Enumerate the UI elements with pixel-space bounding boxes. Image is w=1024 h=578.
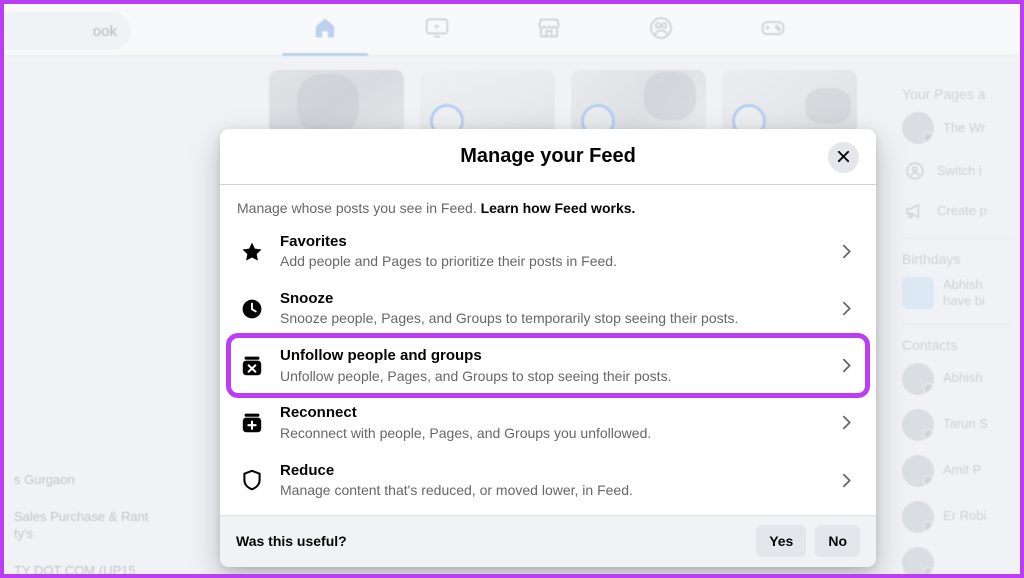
feedback-yes-button[interactable]: Yes (756, 525, 807, 558)
list-item-title: Reconnect (280, 404, 357, 422)
list-item-title: Reduce (280, 461, 335, 479)
feed-options-list: Favorites Add people and Pages to priori… (220, 223, 876, 515)
shield-icon (238, 466, 266, 494)
list-item-subtitle: Reconnect with people, Pages, and Groups… (280, 424, 652, 441)
dialog-description: Manage whose posts you see in Feed. Lear… (220, 185, 876, 223)
star-icon (238, 238, 266, 266)
learn-how-feed-works-link[interactable]: Learn how Feed works. (481, 200, 636, 216)
list-item-reduce[interactable]: Reduce Manage content that's reduced, or… (230, 452, 866, 509)
dialog-description-text: Manage whose posts you see in Feed. (237, 200, 481, 216)
list-item-unfollow-people-and-groups[interactable]: Unfollow people and groups Unfollow peop… (226, 333, 870, 399)
clock-icon (238, 295, 266, 323)
reconnect-box-plus-icon (238, 409, 266, 437)
manage-your-feed-dialog: Manage your Feed Manage whose posts you … (220, 129, 876, 567)
list-item-title: Snooze (280, 290, 334, 308)
list-item-reconnect[interactable]: Reconnect Reconnect with people, Pages, … (230, 394, 866, 451)
list-item-subtitle: Snooze people, Pages, and Groups to temp… (280, 310, 739, 327)
feedback-no-button[interactable]: No (815, 525, 860, 558)
close-button[interactable] (828, 142, 859, 173)
chevron-right-icon (834, 243, 858, 260)
page-title: Manage your Feed (460, 145, 636, 167)
list-item-subtitle: Manage content that's reduced, or moved … (280, 481, 633, 498)
list-item-title: Unfollow people and groups (280, 347, 482, 365)
modal-overlay: Manage your Feed Manage whose posts you … (4, 4, 1020, 574)
close-icon (836, 149, 851, 167)
chevron-right-icon (834, 357, 858, 374)
list-item-subtitle: Add people and Pages to prioritize their… (280, 253, 617, 270)
dialog-header: Manage your Feed (220, 129, 876, 185)
feedback-question: Was this useful? (236, 533, 347, 550)
dialog-footer: Was this useful? Yes No (220, 514, 876, 567)
screenshot-frame: ook s Gurgaon Sales Purchase & Rant ty's… (0, 0, 1024, 578)
unfollow-box-x-icon (238, 352, 266, 380)
chevron-right-icon (834, 472, 858, 489)
list-item-snooze[interactable]: Snooze Snooze people, Pages, and Groups … (230, 280, 866, 337)
chevron-right-icon (834, 414, 858, 431)
list-item-subtitle: Unfollow people, Pages, and Groups to st… (280, 367, 672, 384)
list-item-title: Favorites (280, 233, 347, 250)
chevron-right-icon (834, 300, 858, 317)
list-item-favorites[interactable]: Favorites Add people and Pages to priori… (230, 223, 866, 280)
